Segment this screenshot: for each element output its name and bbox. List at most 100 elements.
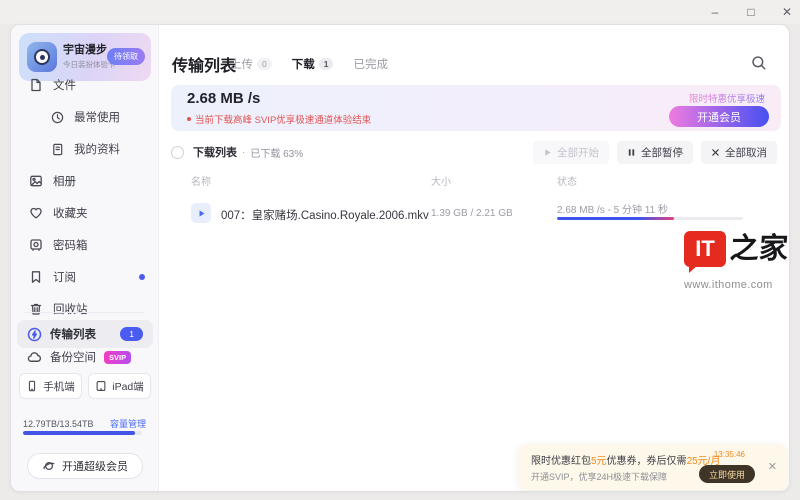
table-row[interactable]: 007：皇家赌场.Casino.Royale.2006.mkv 1.39 GB … xyxy=(160,197,789,233)
device-button-label: iPad端 xyxy=(112,379,144,394)
select-all-checkbox[interactable] xyxy=(171,146,184,159)
storage-manage-link[interactable]: 容量管理 xyxy=(110,417,146,430)
tab-label: 下载 xyxy=(292,56,315,72)
download-list-title: 下载列表 xyxy=(193,144,237,160)
avatar xyxy=(27,42,57,72)
downloaded-percent: 已下载 63% xyxy=(250,145,303,160)
play-icon xyxy=(543,148,552,157)
sidebar-item-label: 收藏夹 xyxy=(53,205,88,221)
column-header-status: 状态 xyxy=(557,173,577,188)
sidebar-item-subscriptions[interactable]: 订阅 xyxy=(11,261,159,293)
ithome-logo: IT xyxy=(684,231,726,267)
file-progress-bar xyxy=(557,217,743,220)
coupon-banner: 限时优惠红包5元优惠券，券后仅需25元/月 13:35:46 立即使用 开通SV… xyxy=(519,444,787,490)
action-label: 全部开始 xyxy=(557,145,599,160)
coupon-subtext: 开通SVIP，优享24H极速下载保障 xyxy=(531,470,667,483)
planet-icon xyxy=(42,459,56,473)
coupon-text-part: 优惠券，券后仅需 xyxy=(607,456,687,467)
sidebar-item-label: 传输列表 xyxy=(50,326,96,342)
file-icon xyxy=(29,78,43,92)
tab-label: 上传 xyxy=(230,56,253,72)
safe-icon xyxy=(29,238,43,252)
sidebar-item-label: 文件 xyxy=(53,77,76,93)
use-coupon-button[interactable]: 立即使用 xyxy=(699,465,755,483)
sidebar-item-recent[interactable]: 最常使用 xyxy=(11,101,159,133)
sidebar-item-label: 我的资料 xyxy=(74,141,120,157)
pause-icon xyxy=(627,148,636,157)
photo-icon xyxy=(29,174,43,188)
titlebar: – □ ✕ xyxy=(0,0,800,24)
coupon-text-part: 限时优惠红包 xyxy=(531,456,591,467)
close-icon[interactable]: ✕ xyxy=(780,5,794,19)
start-all-button[interactable]: 全部开始 xyxy=(533,141,609,164)
claim-badge[interactable]: 待领取 xyxy=(107,48,145,65)
notebook-icon xyxy=(51,143,64,156)
tab-label: 已完成 xyxy=(353,56,388,72)
sidebar-nav: 文件 最常使用 我的资料 相册 收藏夹 密码箱 xyxy=(11,69,159,325)
sidebar-item-label: 订阅 xyxy=(53,269,76,285)
file-name: 007：皇家赌场.Casino.Royale.2006.mkv xyxy=(221,207,429,223)
phone-icon xyxy=(26,380,38,392)
ithome-watermark: IT 之家 www.ithome.com xyxy=(684,231,790,291)
sidebar-item-label: 最常使用 xyxy=(74,109,120,125)
resume-download-button[interactable] xyxy=(191,203,211,223)
peak-notice: 当前下载高峰 SVIP优享极速通道体验结束 xyxy=(187,112,371,126)
phone-client-button[interactable]: 手机端 xyxy=(19,373,82,399)
tab-download[interactable]: 下载 1 xyxy=(292,56,334,72)
sidebar-item-label: 回收站 xyxy=(53,301,88,317)
heart-icon xyxy=(29,206,43,220)
sidebar-item-safe-box[interactable]: 密码箱 xyxy=(11,229,159,261)
promo-text: 限时特惠优享极速 xyxy=(689,91,765,105)
column-header-name: 名称 xyxy=(191,173,211,188)
close-banner-icon[interactable]: ✕ xyxy=(768,460,777,473)
transfer-count-badge: 1 xyxy=(120,327,143,341)
tab-upload-count: 0 xyxy=(257,58,272,70)
bookmark-icon xyxy=(29,270,43,284)
sidebar-item-label: 相册 xyxy=(53,173,76,189)
device-button-label: 手机端 xyxy=(43,379,75,394)
upgrade-svip-button[interactable]: 开通超级会员 xyxy=(27,453,143,479)
file-progress-fill xyxy=(557,217,674,220)
cloud-icon xyxy=(27,350,42,365)
sidebar-item-backup-space[interactable]: 备份空间 SVIP xyxy=(17,343,153,371)
tab-download-count: 1 xyxy=(319,58,334,70)
sidebar: 宇宙漫步 今日装扮体验卡 待领取 文件 最常使用 我的资料 相册 xyxy=(11,25,159,491)
cancel-all-button[interactable]: 全部取消 xyxy=(701,141,777,164)
action-label: 全部取消 xyxy=(725,145,767,160)
pause-all-button[interactable]: 全部暂停 xyxy=(617,141,693,164)
tab-completed[interactable]: 已完成 xyxy=(353,56,388,72)
ipad-client-button[interactable]: iPad端 xyxy=(88,373,151,399)
download-list-toolbar: 下载列表 · 已下载 63% 全部开始 全部暂停 全部取消 xyxy=(171,139,777,165)
tab-upload[interactable]: 上传 0 xyxy=(230,56,272,72)
storage-progress-bar xyxy=(23,431,142,435)
minimize-icon[interactable]: – xyxy=(708,5,722,19)
file-size: 1.39 GB / 2.21 GB xyxy=(431,208,513,219)
main-content: 传输列表 上传 0 下载 1 已完成 2.68 MB /s 当前下载高峰 SVI… xyxy=(160,25,789,491)
coupon-text: 限时优惠红包5元优惠券，券后仅需25元/月 xyxy=(531,452,720,467)
storage-usage: 12.79TB/13.54TB xyxy=(23,419,94,429)
speed-banner: 2.68 MB /s 当前下载高峰 SVIP优享极速通道体验结束 限时特惠优享极… xyxy=(171,85,781,131)
svip-badge: SVIP xyxy=(104,351,131,364)
sidebar-item-files[interactable]: 文件 xyxy=(11,69,159,101)
ithome-url: www.ithome.com xyxy=(684,279,790,291)
file-status: 2.68 MB /s - 5 分钟 11 秒 xyxy=(557,201,668,216)
coupon-countdown: 13:35:46 xyxy=(714,450,745,459)
sidebar-item-favorites[interactable]: 收藏夹 xyxy=(11,197,159,229)
current-speed: 2.68 MB /s xyxy=(187,90,260,107)
search-icon[interactable] xyxy=(751,55,767,76)
sidebar-item-label: 备份空间 xyxy=(50,349,96,365)
separator-dot: · xyxy=(242,147,245,158)
sidebar-item-albums[interactable]: 相册 xyxy=(11,165,159,197)
sidebar-item-my-docs[interactable]: 我的资料 xyxy=(11,133,159,165)
open-membership-button[interactable]: 开通会员 xyxy=(669,106,769,127)
coupon-amount: 5元 xyxy=(591,456,607,467)
storage-progress-fill xyxy=(23,431,135,435)
maximize-icon[interactable]: □ xyxy=(744,5,758,19)
ithome-logo-suffix: 之家 xyxy=(729,231,790,267)
play-icon xyxy=(197,209,206,218)
notification-dot xyxy=(139,274,145,280)
action-label: 全部暂停 xyxy=(641,145,683,160)
upgrade-button-label: 开通超级会员 xyxy=(62,458,128,474)
column-header-size: 大小 xyxy=(431,173,451,188)
sidebar-divider xyxy=(25,312,144,313)
